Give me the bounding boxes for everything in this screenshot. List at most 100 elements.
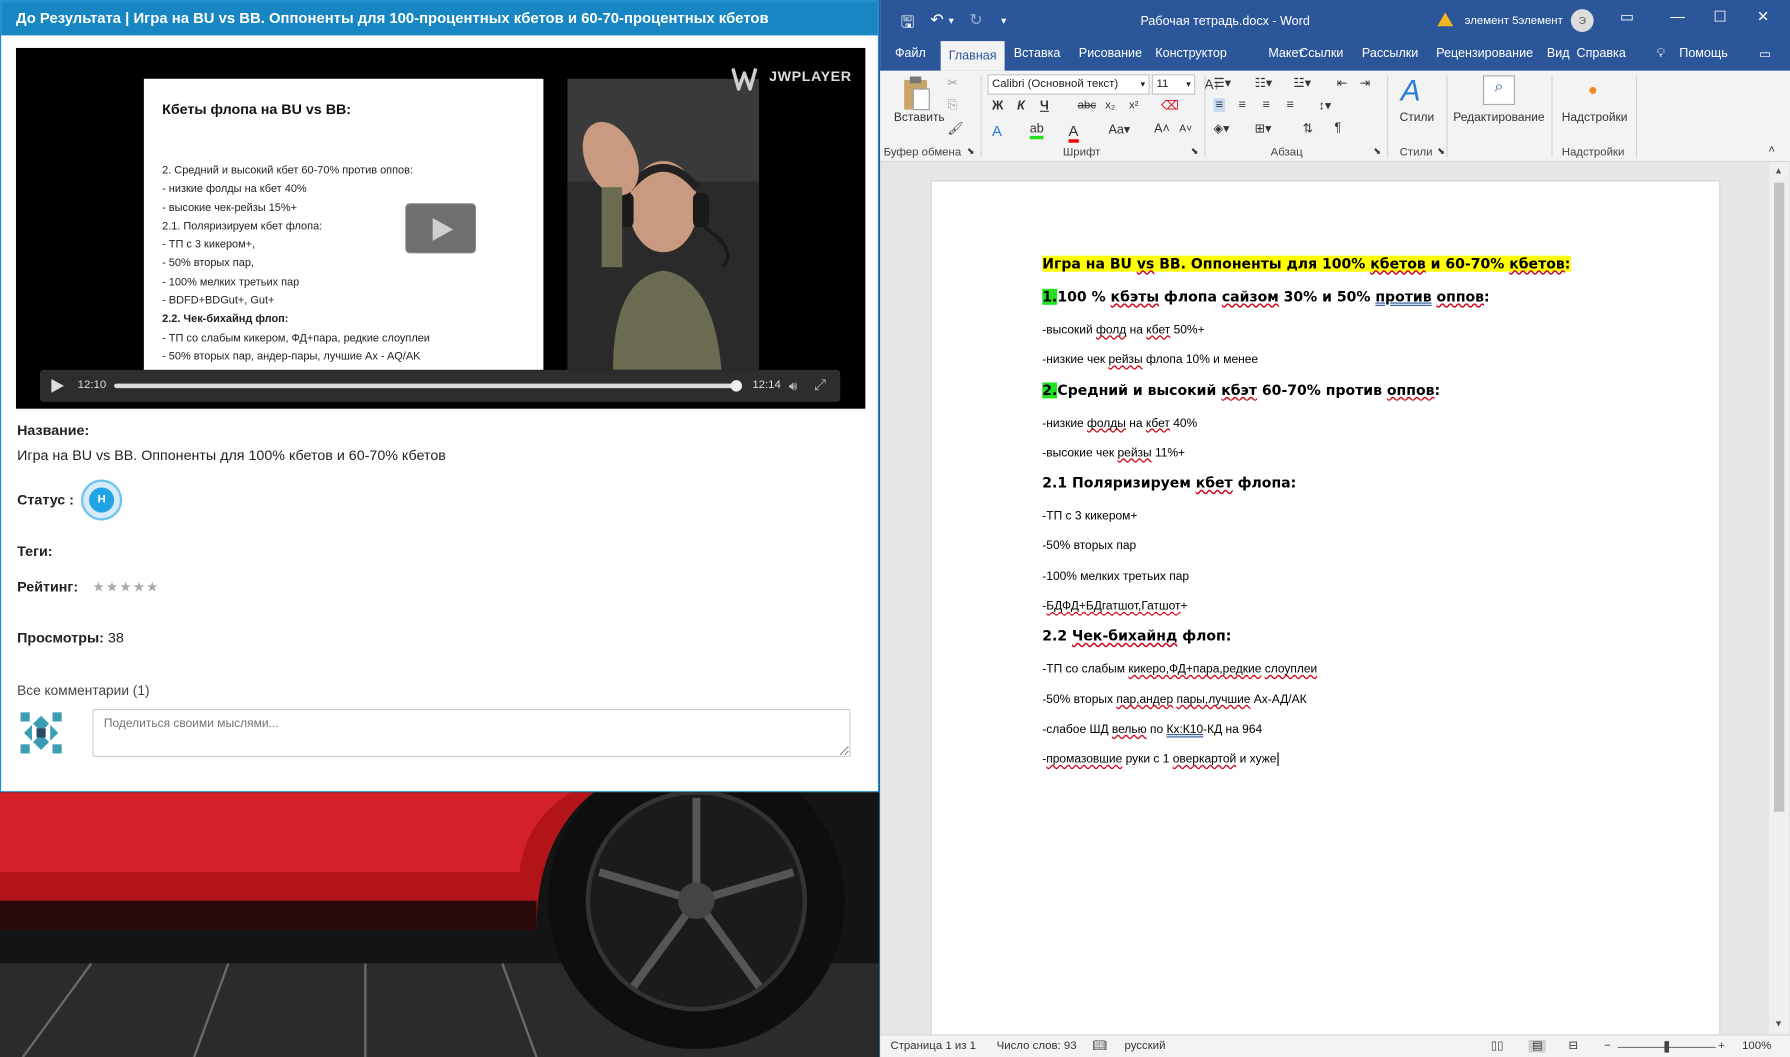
font-name-combo[interactable]: Calibri (Основной текст) ▾ (987, 74, 1150, 95)
volume-icon[interactable]: 🔊︎ (789, 378, 798, 395)
minimize-button[interactable]: — (1670, 8, 1685, 25)
doc-paragraph[interactable]: -низкие чек рейзы флопа 10% и менее (1042, 351, 1704, 381)
strikethrough-icon[interactable]: abc (1078, 99, 1096, 112)
maximize-button[interactable]: ☐ (1714, 8, 1727, 26)
superscript-icon[interactable]: x² (1129, 99, 1139, 112)
user-name[interactable]: элемент 5элемент (1465, 15, 1563, 28)
shading-icon[interactable]: ◈▾ (1214, 121, 1230, 136)
zoom-out-icon[interactable]: − (1604, 1040, 1611, 1053)
ribbon-display-icon[interactable]: ▭ (1620, 8, 1634, 26)
save-icon[interactable]: 🖫 (901, 10, 915, 37)
ribbon-tab[interactable]: Справка (1577, 47, 1626, 61)
paragraph-launcher-icon[interactable]: ⬊ (1373, 146, 1381, 156)
align-center-icon[interactable]: ≡ (1239, 98, 1246, 112)
doc-heading[interactable]: 2.1 Поляризируем кбет флопа: (1042, 474, 1704, 507)
rating-stars[interactable]: ★★★★★ (92, 579, 159, 595)
paste-icon[interactable] (901, 75, 933, 112)
styles-button[interactable]: Стили (1400, 111, 1435, 125)
doc-paragraph[interactable]: -промазовшие руки с 1 оверкартой и хуже​ (1042, 750, 1704, 780)
doc-paragraph[interactable]: -БДФД+БДгатшот,Гатшот+ (1042, 597, 1704, 627)
vertical-scrollbar[interactable]: ▲ ▼ (1769, 162, 1789, 1035)
doc-heading[interactable]: Игра на BU vs BB. Оппоненты для 100% кбе… (1042, 255, 1704, 288)
scroll-down-icon[interactable]: ▼ (1774, 1018, 1783, 1028)
seek-bar-handle[interactable] (730, 380, 743, 392)
undo-dropdown-icon[interactable]: ▾ (949, 15, 954, 28)
font-size-combo[interactable]: 11 ▾ (1151, 74, 1196, 95)
cut-icon[interactable]: ✂ (948, 75, 959, 90)
customize-qat-icon[interactable]: ▾ (1001, 15, 1006, 28)
doc-paragraph[interactable]: -100% мелких третьих пар (1042, 567, 1704, 597)
read-mode-icon[interactable]: ▯▯ (1491, 1040, 1504, 1053)
scroll-up-icon[interactable]: ▲ (1774, 166, 1783, 176)
italic-icon[interactable]: К (1017, 99, 1025, 113)
doc-paragraph[interactable]: -ТП с 3 кикером+ (1042, 507, 1704, 537)
redo-icon[interactable]: ↻ (969, 10, 982, 29)
doc-paragraph[interactable]: -50% вторых пар (1042, 537, 1704, 567)
close-button[interactable]: ✕ (1757, 8, 1769, 26)
document-page[interactable]: Игра на BU vs BB. Оппоненты для 100% кбе… (930, 180, 1721, 1048)
doc-paragraph[interactable]: -высокие чек рейзы 11%+ (1042, 444, 1704, 474)
ribbon-tab[interactable]: Конструктор (1155, 47, 1227, 61)
format-painter-icon[interactable]: 🖌︎ (948, 121, 964, 136)
web-layout-icon[interactable]: ⊟ (1569, 1040, 1579, 1053)
styles-launcher-icon[interactable]: ⬊ (1437, 146, 1445, 156)
undo-icon[interactable]: ↶ (930, 10, 943, 29)
warning-icon[interactable] (1437, 12, 1454, 27)
ribbon-tab[interactable]: Рисование (1079, 47, 1142, 61)
course-title-bar[interactable]: До Результата | Игра на BU vs BB. Оппоне… (1, 1, 878, 36)
paste-button[interactable]: Вставить (894, 111, 945, 125)
comments-heading[interactable]: Все комментарии (1) (17, 683, 149, 699)
ribbon-tab[interactable]: Рассылки (1362, 47, 1418, 61)
ribbon-tab[interactable]: Вставка (1014, 47, 1061, 61)
addins-button[interactable]: Надстройки (1562, 111, 1628, 125)
addins-icon[interactable]: ● (1588, 80, 1598, 98)
ribbon-tab[interactable]: Рецензирование (1436, 47, 1533, 61)
grow-font-size-icon[interactable]: A˄ (1154, 122, 1170, 136)
comments-icon[interactable]: ▭ (1759, 47, 1771, 62)
clipboard-launcher-icon[interactable]: ⬊ (967, 146, 975, 156)
page-count[interactable]: Страница 1 из 1 (890, 1040, 976, 1053)
line-spacing-icon[interactable]: ↕▾ (1319, 98, 1332, 113)
play-icon[interactable] (51, 379, 64, 393)
editing-button[interactable]: Редактирование (1453, 111, 1544, 125)
play-overlay-button[interactable] (405, 203, 477, 254)
change-case-icon[interactable]: Aa▾ (1108, 122, 1130, 137)
subscript-icon[interactable]: x₂ (1105, 99, 1115, 112)
show-formatting-icon[interactable]: ¶ (1335, 121, 1342, 135)
comment-input[interactable] (92, 708, 851, 757)
lightbulb-icon[interactable]: 💡︎ (1656, 47, 1665, 62)
document-text[interactable]: Игра на BU vs BB. Оппоненты для 100% кбе… (1042, 255, 1704, 781)
borders-icon[interactable]: ⊞▾ (1255, 121, 1272, 136)
font-launcher-icon[interactable]: ⬊ (1191, 146, 1199, 156)
doc-paragraph[interactable]: -слабое ШД велью по Кх:К10-КД на 964 (1042, 720, 1704, 750)
ribbon-tab[interactable]: Ссылки (1299, 47, 1343, 61)
proofing-icon[interactable]: 📖︎ (1093, 1040, 1108, 1053)
highlight-color-icon[interactable]: ab (1029, 122, 1044, 140)
align-right-icon[interactable]: ≡ (1263, 98, 1270, 112)
video-player[interactable]: Кбеты флопа на BU vs BB: 2. Средний и вы… (15, 47, 866, 409)
zoom-in-icon[interactable]: + (1718, 1040, 1725, 1053)
status-badge[interactable]: Н (81, 479, 123, 521)
decrease-indent-icon[interactable]: ⇤ (1337, 75, 1348, 90)
numbering-icon[interactable]: ☷▾ (1255, 75, 1273, 90)
bold-icon[interactable]: Ж (992, 99, 1003, 113)
clear-formatting-icon[interactable]: ⌫ (1161, 98, 1179, 113)
fullscreen-icon[interactable]: ⤢ (814, 376, 826, 394)
seek-bar[interactable] (114, 380, 743, 392)
shrink-font-size-icon[interactable]: A˅ (1179, 122, 1192, 133)
doc-heading[interactable]: 2.Средний и высокий кбэт 60-70% против о… (1042, 381, 1704, 414)
increase-indent-icon[interactable]: ⇥ (1360, 75, 1371, 90)
styles-icon[interactable]: A (1401, 73, 1421, 108)
justify-icon[interactable]: ≡ (1287, 98, 1294, 112)
copy-icon[interactable]: ⎘ (948, 98, 958, 113)
doc-heading[interactable]: 2.2 Чек-бихайнд флоп: (1042, 627, 1704, 660)
sort-icon[interactable]: ⇅ (1303, 121, 1314, 136)
multilevel-list-icon[interactable]: ☳▾ (1293, 75, 1311, 90)
ribbon-tab[interactable]: Файл (895, 47, 926, 61)
ribbon-tab[interactable]: Вид (1547, 47, 1570, 61)
doc-paragraph[interactable]: -ТП со слабым кикеро,ФД+пара,редкие слоу… (1042, 660, 1704, 690)
zoom-slider-handle[interactable] (1664, 1041, 1670, 1053)
doc-paragraph[interactable]: -50% вторых пар,андер пары,лучшие Ах-АД/… (1042, 690, 1704, 720)
zoom-level[interactable]: 100% (1742, 1040, 1771, 1053)
user-avatar[interactable]: Э (1570, 9, 1594, 32)
